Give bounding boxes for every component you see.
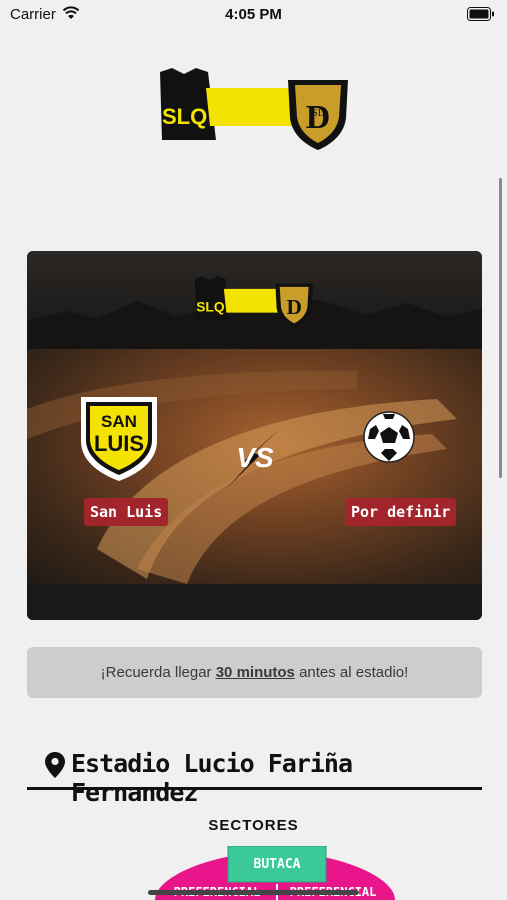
match-banner[interactable]: SLQ ticket D SAN LUIS VS San Luis Por de… (27, 251, 482, 620)
scroll-indicator[interactable] (499, 178, 502, 478)
brand-logo: SLQ ticket D SL (160, 68, 348, 150)
svg-text:SL: SL (312, 108, 324, 119)
logo-text: SLQ ticket (162, 104, 271, 129)
svg-text:LUIS: LUIS (94, 431, 144, 456)
location-pin-icon (45, 752, 65, 778)
sectors-title: SECTORES (208, 817, 299, 834)
svg-text:VS: VS (236, 442, 274, 473)
venue-header: Estadio Lucio Fariña Fernandez (27, 743, 482, 807)
away-team-label: Por definir (345, 498, 457, 526)
battery-icon (467, 7, 494, 21)
status-bar: Carrier 4:05 PM (0, 0, 507, 30)
san-luis-crest: SAN LUIS (81, 397, 157, 481)
home-indicator[interactable] (148, 890, 359, 895)
banner-logo: SLQ ticket D (194, 276, 314, 328)
soccer-ball-icon (363, 411, 415, 463)
home-team-label: San Luis (84, 498, 169, 526)
banner-footer (27, 584, 482, 620)
svg-text:D: D (286, 295, 301, 319)
sector-butaca-label[interactable]: BUTACA (254, 857, 301, 872)
venue-name: Estadio Lucio Fariña Fernandez (71, 749, 353, 807)
svg-text:SAN: SAN (101, 412, 137, 431)
arrival-reminder: ¡Recuerda llegar 30 minutos antes al est… (27, 647, 482, 698)
clock: 4:05 PM (225, 6, 282, 23)
vs-icon: VS (226, 427, 282, 489)
reminder-emphasis: 30 minutos (215, 664, 295, 681)
banner-logo-text: SLQ ticket (196, 298, 265, 314)
